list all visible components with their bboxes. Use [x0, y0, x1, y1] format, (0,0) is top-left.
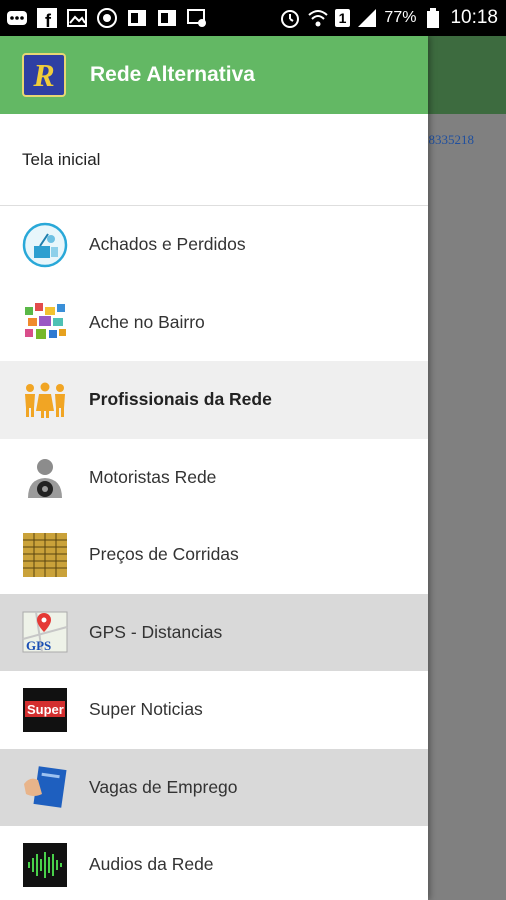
more-icon — [6, 7, 28, 29]
alarm-icon — [279, 7, 301, 29]
svg-text:GPS: GPS — [26, 638, 51, 653]
menu-item-vagas[interactable]: Vagas de Emprego — [0, 748, 428, 826]
menu-item-super-noticias[interactable]: Super Super Noticias — [0, 671, 428, 749]
driver-icon — [22, 454, 68, 500]
office-icon — [126, 7, 148, 29]
gps-icon: GPS — [22, 609, 68, 655]
audio-wave-icon — [22, 842, 68, 888]
menu-item-profissionais[interactable]: Profissionais da Rede — [0, 361, 428, 439]
lost-found-icon — [22, 222, 68, 268]
background-app-bar — [428, 36, 506, 114]
wifi-blocked-icon — [186, 7, 208, 29]
sim-indicator: 1 — [334, 9, 351, 27]
battery-icon — [422, 7, 444, 29]
wifi-icon — [307, 7, 329, 29]
drawer-header: R Rede Alternativa — [0, 36, 428, 114]
signal-icon — [356, 7, 378, 29]
whatsapp-icon — [96, 7, 118, 29]
menu-item-label: GPS - Distancias — [89, 621, 223, 642]
menu-item-home[interactable]: Tela inicial — [0, 114, 428, 206]
menu-item-ache-bairro[interactable]: Ache no Bairro — [0, 284, 428, 362]
clock: 10:18 — [450, 7, 498, 28]
menu-item-label: Ache no Bairro — [89, 311, 205, 332]
navigation-drawer: R Rede Alternativa Tela inicial Achados … — [0, 36, 428, 900]
menu-item-label: Audios da Rede — [89, 854, 214, 875]
professionals-icon — [22, 377, 68, 423]
menu-item-label: Profissionais da Rede — [89, 389, 272, 410]
menu-item-label: Vagas de Emprego — [89, 776, 238, 797]
background-app-scrim[interactable]: 38335218 — [422, 36, 506, 900]
app-title: Rede Alternativa — [90, 63, 255, 86]
app-logo: R — [22, 53, 66, 97]
svg-text:Super: Super — [27, 702, 64, 717]
menu-item-label: Super Noticias — [89, 699, 203, 720]
app-logo-letter: R — [33, 56, 55, 93]
menu-item-home-label: Tela inicial — [22, 149, 101, 169]
svg-text:f: f — [45, 11, 52, 29]
menu-item-label: Achados e Perdidos — [89, 234, 246, 255]
background-phone-text: 38335218 — [422, 132, 474, 147]
facebook-icon: f — [36, 7, 58, 29]
status-bar: f 1 77% 10:18 — [0, 0, 506, 36]
super-news-icon: Super — [22, 687, 68, 733]
price-table-icon — [22, 532, 68, 578]
menu-item-motoristas[interactable]: Motoristas Rede — [0, 439, 428, 517]
neighborhood-icon — [22, 299, 68, 345]
job-card-icon — [22, 764, 68, 810]
menu-item-label: Preços de Corridas — [89, 544, 239, 565]
battery-percentage: 77% — [384, 9, 417, 26]
office-icon-2 — [156, 7, 178, 29]
menu-item-gps[interactable]: GPS GPS - Distancias — [0, 593, 428, 671]
menu-item-precos[interactable]: Preços de Corridas — [0, 516, 428, 594]
gallery-icon — [66, 7, 88, 29]
menu-item-label: Motoristas Rede — [89, 466, 217, 487]
menu-item-achados-perdidos[interactable]: Achados e Perdidos — [0, 206, 428, 284]
menu-item-audios[interactable]: Audios da Rede — [0, 826, 428, 900]
menu-list: Achados e Perdidos Ache no Bairro Profis… — [0, 206, 428, 900]
